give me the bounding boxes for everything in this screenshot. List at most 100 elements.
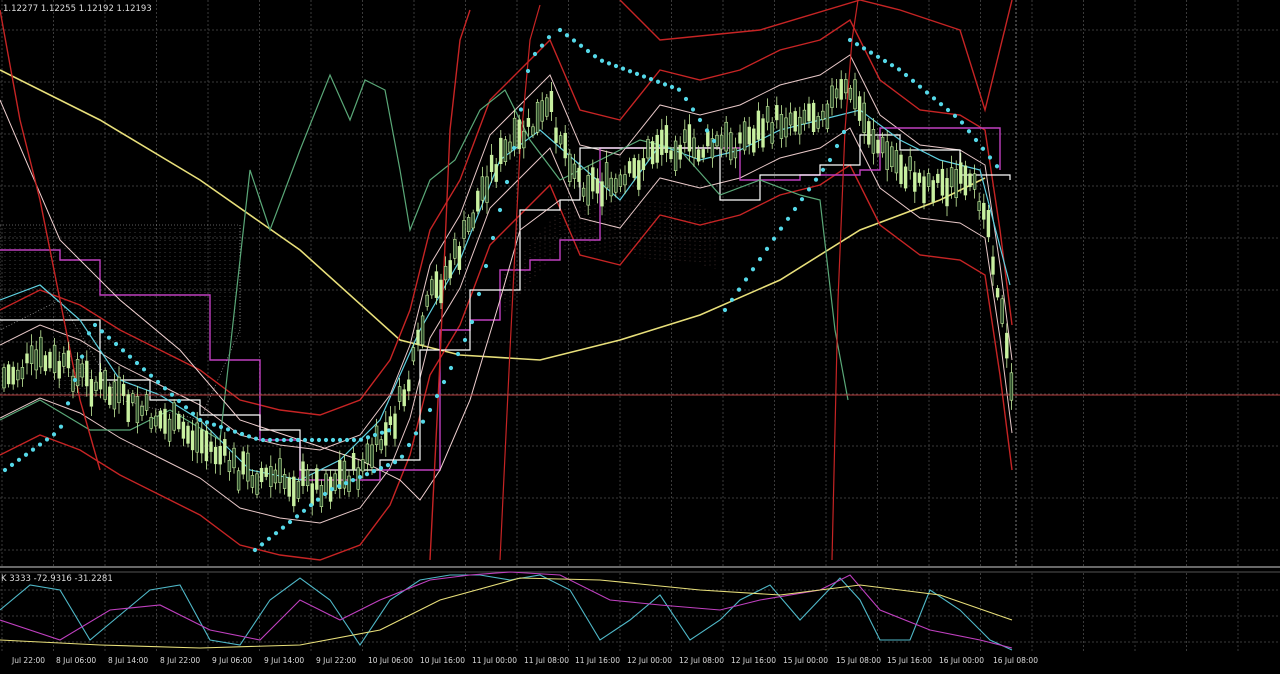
candle-body	[25, 353, 29, 364]
psar-dot	[72, 377, 78, 383]
psar-dot	[295, 437, 301, 443]
psar-dot	[648, 77, 654, 82]
candle-body	[80, 363, 84, 378]
psar-dot	[350, 478, 356, 483]
candle-body	[121, 383, 126, 396]
psar-dot	[841, 129, 847, 135]
candle-body	[195, 422, 199, 453]
psar-dot	[225, 427, 231, 432]
candle-body	[246, 452, 250, 482]
candle-body	[103, 370, 107, 400]
candle-body	[761, 118, 765, 148]
candle-body	[779, 114, 784, 139]
psar-dot	[301, 508, 307, 513]
candle-body	[706, 130, 710, 147]
candle-body	[11, 366, 15, 385]
x-axis-tick-label: 16 Jul 08:00	[993, 656, 1038, 665]
candle-body	[388, 416, 393, 426]
x-axis-tick-label: 11 Jul 00:00	[472, 656, 517, 665]
psar-dot	[655, 79, 661, 84]
x-axis-tick-label: 11 Jul 08:00	[524, 656, 569, 665]
candle-body	[857, 96, 862, 121]
psar-dot	[9, 462, 15, 468]
psar-dot	[336, 484, 342, 489]
candle-body	[991, 256, 995, 275]
psar-dot	[476, 291, 482, 297]
candle-body	[232, 447, 236, 469]
candle-body	[660, 129, 664, 155]
psar-dot	[518, 107, 524, 112]
psar-dot	[483, 263, 489, 269]
psar-dot	[134, 360, 140, 366]
sub-panel-header: K 3333 -72.9316 -31.2281	[1, 574, 113, 584]
candle-body	[457, 246, 462, 270]
candle-body	[1005, 332, 1009, 359]
x-axis-tick-label: 15 Jul 16:00	[887, 656, 932, 665]
candle-body	[62, 353, 66, 367]
psar-dot	[736, 287, 742, 292]
psar-dot	[757, 256, 763, 262]
psar-dot	[260, 437, 266, 443]
psar-dot	[30, 447, 36, 452]
candle-body	[765, 106, 770, 123]
psar-dot	[743, 277, 749, 282]
candle-body	[315, 468, 319, 490]
psar-dot	[288, 437, 294, 443]
x-axis-tick-label: 9 Jul 06:00	[212, 656, 252, 665]
candle-body	[977, 201, 981, 211]
psar-dot	[834, 143, 840, 149]
psar-dot	[281, 437, 287, 443]
psar-dot	[704, 128, 710, 133]
candle-body	[43, 355, 48, 372]
candle-body	[816, 116, 820, 129]
psar-dot	[634, 71, 640, 76]
candle-body	[678, 144, 682, 160]
candle-body	[200, 429, 204, 454]
candle-body	[177, 413, 181, 430]
psar-dot	[613, 63, 619, 69]
candle-body	[770, 122, 774, 144]
candle-body	[448, 260, 452, 279]
psar-dot	[267, 437, 273, 443]
psar-dot	[86, 331, 92, 336]
candle-body	[66, 350, 71, 369]
candle-body	[894, 150, 899, 174]
candle-body	[586, 175, 590, 206]
psar-dot	[827, 157, 833, 163]
psar-dot	[385, 463, 391, 468]
candle-body	[839, 79, 843, 100]
candle-body	[650, 141, 655, 165]
candle-body	[282, 474, 287, 489]
candle-body	[255, 473, 259, 495]
psar-dot	[273, 531, 279, 536]
candle-body	[1009, 372, 1014, 401]
candle-body	[577, 167, 581, 182]
candle-body	[135, 396, 140, 424]
psar-dot	[358, 437, 364, 442]
candle-body	[986, 210, 991, 238]
candle-body	[489, 154, 494, 172]
psar-dot	[365, 435, 371, 440]
candle-body	[292, 476, 296, 507]
candle-body	[278, 458, 282, 483]
candle-body	[848, 87, 853, 100]
candle-body	[190, 430, 195, 451]
psar-dot	[190, 411, 196, 416]
candle-body	[186, 425, 190, 444]
psar-dot	[287, 519, 293, 525]
psar-dot	[875, 54, 881, 59]
candle-body	[696, 149, 701, 162]
psar-dot	[204, 420, 210, 425]
candle-body	[931, 180, 935, 203]
psar-dot	[120, 348, 126, 353]
psar-dot	[924, 90, 930, 95]
x-axis-tick-label: 15 Jul 00:00	[783, 656, 828, 665]
candle-body	[402, 389, 406, 407]
candle-body	[1000, 298, 1004, 324]
candle-body	[333, 473, 337, 491]
psar-dot	[546, 35, 552, 40]
candle-body	[609, 177, 613, 197]
candle-body	[738, 132, 742, 144]
psar-dot	[309, 437, 315, 443]
candle-body	[756, 110, 761, 140]
